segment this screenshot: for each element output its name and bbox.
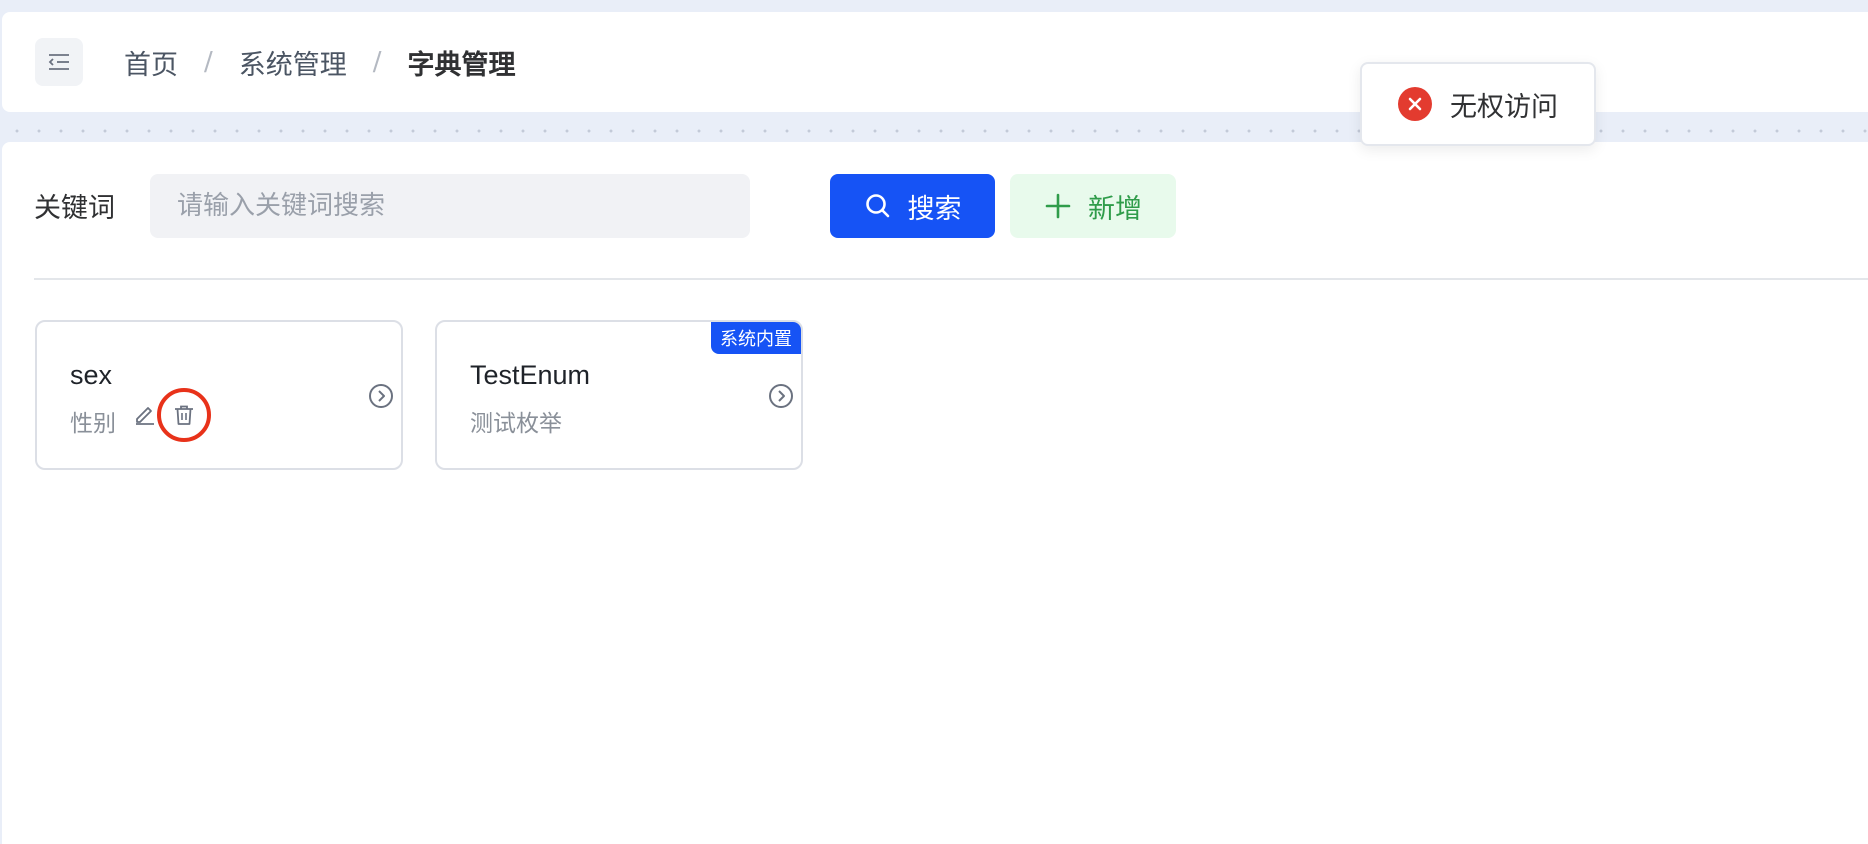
card-description: 测试枚举 [470, 411, 562, 437]
card-title: sex [70, 360, 113, 390]
breadcrumb-system[interactable]: 系统管理 [239, 43, 347, 82]
chevron-right-circle-icon[interactable] [767, 382, 795, 410]
plus-icon [1044, 192, 1072, 220]
breadcrumb-separator: / [372, 47, 382, 77]
error-toast: 无权访问 [1360, 62, 1596, 146]
builtin-badge: 系统内置 [711, 322, 801, 354]
breadcrumb: 首页 / 系统管理 / 字典管理 [124, 12, 516, 112]
chevron-right-circle-icon[interactable] [367, 382, 395, 410]
keyword-label: 关键词 [34, 193, 115, 224]
keyword-search-input[interactable] [150, 174, 750, 238]
dictionary-management-page: 首页 / 系统管理 / 字典管理 关键词 搜索 [0, 0, 1868, 844]
edit-icon[interactable] [133, 402, 157, 426]
error-circle-icon [1398, 87, 1432, 121]
card-description: 性别 [70, 411, 116, 437]
dictionary-card-sex[interactable]: sex 性别 [35, 320, 403, 470]
card-actions [133, 402, 157, 426]
indent-icon [48, 54, 69, 70]
search-button-label: 搜索 [907, 193, 962, 225]
main-content: 关键词 搜索 新增 sex 性别 [2, 142, 1868, 844]
add-button-label: 新增 [1088, 193, 1142, 225]
delete-highlight-ring [157, 388, 211, 442]
search-icon [864, 192, 892, 220]
breadcrumb-current: 字典管理 [407, 49, 516, 81]
toast-message: 无权访问 [1450, 91, 1558, 123]
add-button[interactable]: 新增 [1010, 174, 1176, 238]
sidebar-toggle-button[interactable] [35, 38, 83, 86]
breadcrumb-home[interactable]: 首页 [124, 43, 178, 82]
search-button[interactable]: 搜索 [830, 174, 995, 238]
dictionary-card-testenum[interactable]: 系统内置 TestEnum 测试枚举 [435, 320, 803, 470]
breadcrumb-separator: / [204, 47, 213, 77]
delete-icon[interactable] [172, 403, 196, 427]
toolbar-divider [34, 278, 1868, 280]
card-title: TestEnum [470, 360, 591, 390]
